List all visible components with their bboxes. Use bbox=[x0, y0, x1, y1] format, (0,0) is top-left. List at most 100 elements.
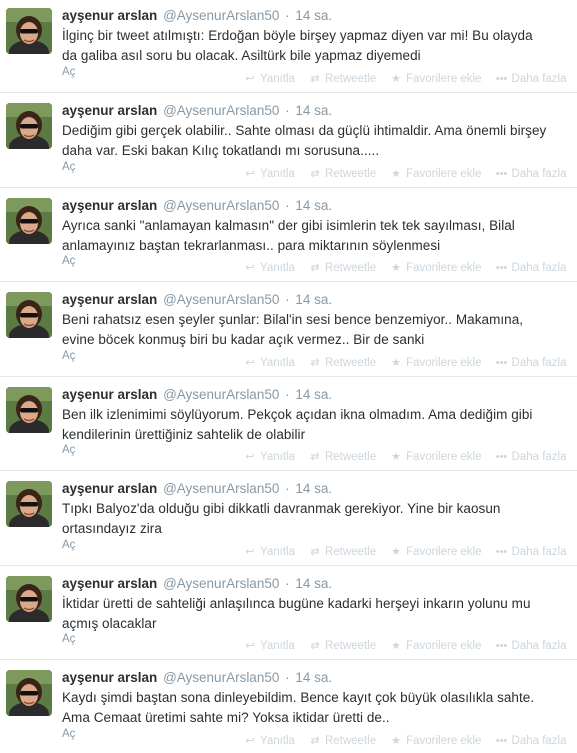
tweet-username[interactable]: @AysenurArslan50 bbox=[163, 292, 279, 307]
reply-button[interactable]: ↩ Yanıtla bbox=[244, 544, 295, 560]
favorite-label: Favorilere ekle bbox=[406, 73, 482, 85]
tweet-fullname[interactable]: ayşenur arslan bbox=[62, 576, 157, 591]
more-label: Daha fazla bbox=[511, 262, 567, 274]
star-icon: ★ bbox=[391, 356, 402, 369]
retweet-label: Retweetle bbox=[324, 356, 377, 369]
expand-link[interactable]: Aç bbox=[62, 726, 75, 742]
tweet[interactable]: ayşenur arslan @AysenurArslan50 · 14 sa.… bbox=[0, 282, 577, 377]
tweet-text: Kaydı şimdi baştan sona dinleyebildim. B… bbox=[62, 690, 535, 725]
avatar[interactable] bbox=[6, 670, 52, 716]
tweet-fullname[interactable]: ayşenur arslan bbox=[62, 8, 157, 23]
tweet-timeline: ayşenur arslan @AysenurArslan50 · 14 sa.… bbox=[0, 0, 577, 753]
tweet-username[interactable]: @AysenurArslan50 bbox=[163, 670, 279, 685]
tweet-username[interactable]: @AysenurArslan50 bbox=[163, 198, 279, 213]
more-button[interactable]: ••• Daha fazla bbox=[496, 733, 567, 749]
tweet-fullname[interactable]: ayşenur arslan bbox=[62, 198, 157, 213]
retweet-label: Retweetle bbox=[324, 262, 377, 274]
reply-button[interactable]: ↩ Yanıtla bbox=[244, 260, 295, 276]
favorite-button[interactable]: ★ Favorilere ekle bbox=[390, 449, 481, 465]
reply-button[interactable]: ↩ Yanıtla bbox=[244, 355, 295, 371]
favorite-button[interactable]: ★ Favorilere ekle bbox=[390, 355, 481, 371]
more-button[interactable]: ••• Daha fazla bbox=[496, 449, 567, 465]
tweet[interactable]: ayşenur arslan @AysenurArslan50 · 14 sa.… bbox=[0, 660, 577, 753]
avatar[interactable] bbox=[6, 8, 52, 54]
favorite-button[interactable]: ★ Favorilere ekle bbox=[390, 166, 481, 182]
expand-link[interactable]: Aç bbox=[62, 253, 75, 269]
tweet-username[interactable]: @AysenurArslan50 bbox=[163, 387, 279, 402]
tweet-username[interactable]: @AysenurArslan50 bbox=[163, 103, 279, 118]
retweet-button[interactable]: ⇄ Retweetle bbox=[309, 544, 376, 560]
retweet-button[interactable]: ⇄ Retweetle bbox=[309, 166, 376, 182]
avatar[interactable] bbox=[6, 575, 52, 622]
tweet-fullname[interactable]: ayşenur arslan bbox=[62, 481, 157, 496]
dots-icon: ••• bbox=[495, 451, 508, 463]
more-label: Daha fazla bbox=[511, 167, 567, 180]
expand-link[interactable]: Aç bbox=[62, 348, 75, 364]
tweet-username[interactable]: @AysenurArslan50 bbox=[163, 8, 279, 23]
dots-icon: ••• bbox=[495, 262, 508, 274]
retweet-button[interactable]: ⇄ Retweetle bbox=[309, 638, 376, 654]
more-button[interactable]: ••• Daha fazla bbox=[496, 260, 567, 276]
reply-button[interactable]: ↩ Yanıtla bbox=[244, 638, 295, 654]
reply-button[interactable]: ↩ Yanıtla bbox=[244, 449, 295, 465]
favorite-button[interactable]: ★ Favorilere ekle bbox=[390, 71, 481, 87]
more-label: Daha fazla bbox=[511, 451, 567, 463]
tweet[interactable]: ayşenur arslan @AysenurArslan50 · 14 sa.… bbox=[0, 471, 577, 566]
favorite-label: Favorilere ekle bbox=[406, 451, 482, 463]
tweet-timestamp[interactable]: 14 sa. bbox=[295, 103, 332, 118]
tweet-timestamp[interactable]: 14 sa. bbox=[295, 481, 332, 496]
separator-dot: · bbox=[285, 197, 290, 213]
tweet-actions: ↩ Yanıtla ⇄ Retweetle ★ Favorilere ekle … bbox=[244, 733, 567, 749]
tweet-fullname[interactable]: ayşenur arslan bbox=[62, 103, 157, 118]
tweet[interactable]: ayşenur arslan @AysenurArslan50 · 14 sa.… bbox=[0, 93, 577, 188]
more-button[interactable]: ••• Daha fazla bbox=[496, 355, 567, 371]
retweet-button[interactable]: ⇄ Retweetle bbox=[309, 71, 376, 87]
tweet-timestamp[interactable]: 14 sa. bbox=[295, 576, 332, 591]
retweet-button[interactable]: ⇄ Retweetle bbox=[309, 733, 376, 749]
tweet[interactable]: ayşenur arslan @AysenurArslan50 · 14 sa.… bbox=[0, 566, 577, 660]
tweet-username[interactable]: @AysenurArslan50 bbox=[163, 576, 279, 591]
tweet-timestamp[interactable]: 14 sa. bbox=[295, 387, 332, 402]
retweet-button[interactable]: ⇄ Retweetle bbox=[309, 355, 376, 371]
expand-link[interactable]: Aç bbox=[62, 64, 75, 80]
reply-button[interactable]: ↩ Yanıtla bbox=[244, 733, 295, 749]
avatar[interactable] bbox=[6, 292, 52, 338]
expand-link[interactable]: Aç bbox=[62, 631, 75, 647]
tweet-timestamp[interactable]: 14 sa. bbox=[295, 292, 332, 307]
reply-arrow-icon: ↩ bbox=[245, 640, 255, 652]
more-button[interactable]: ••• Daha fazla bbox=[496, 544, 567, 560]
tweet[interactable]: ayşenur arslan @AysenurArslan50 · 14 sa.… bbox=[0, 188, 577, 282]
reply-button[interactable]: ↩ Yanıtla bbox=[244, 166, 295, 182]
tweet-timestamp[interactable]: 14 sa. bbox=[295, 8, 332, 23]
retweet-button[interactable]: ⇄ Retweetle bbox=[309, 449, 376, 465]
reply-button[interactable]: ↩ Yanıtla bbox=[244, 71, 295, 87]
tweet[interactable]: ayşenur arslan @AysenurArslan50 · 14 sa.… bbox=[0, 0, 577, 93]
tweet-fullname[interactable]: ayşenur arslan bbox=[62, 292, 157, 307]
dots-icon: ••• bbox=[495, 167, 508, 180]
tweet[interactable]: ayşenur arslan @AysenurArslan50 · 14 sa.… bbox=[0, 377, 577, 471]
more-button[interactable]: ••• Daha fazla bbox=[496, 71, 567, 87]
expand-link[interactable]: Aç bbox=[62, 442, 75, 458]
retweet-button[interactable]: ⇄ Retweetle bbox=[309, 260, 376, 276]
avatar[interactable] bbox=[6, 386, 52, 433]
favorite-button[interactable]: ★ Favorilere ekle bbox=[390, 260, 481, 276]
retweet-arrows-icon: ⇄ bbox=[310, 545, 320, 558]
more-button[interactable]: ••• Daha fazla bbox=[496, 166, 567, 182]
tweet-username[interactable]: @AysenurArslan50 bbox=[163, 481, 279, 496]
favorite-button[interactable]: ★ Favorilere ekle bbox=[390, 544, 481, 560]
reply-label: Yanıtla bbox=[260, 73, 295, 85]
favorite-button[interactable]: ★ Favorilere ekle bbox=[390, 638, 481, 654]
tweet-fullname[interactable]: ayşenur arslan bbox=[62, 387, 157, 402]
expand-link[interactable]: Aç bbox=[62, 537, 75, 553]
avatar[interactable] bbox=[6, 103, 52, 149]
more-button[interactable]: ••• Daha fazla bbox=[496, 638, 567, 654]
tweet-fullname[interactable]: ayşenur arslan bbox=[62, 670, 157, 685]
expand-link[interactable]: Aç bbox=[62, 159, 75, 175]
avatar[interactable] bbox=[6, 481, 52, 527]
tweet-timestamp[interactable]: 14 sa. bbox=[295, 670, 332, 685]
retweet-arrows-icon: ⇄ bbox=[310, 167, 320, 180]
separator-dot: · bbox=[285, 575, 290, 591]
tweet-timestamp[interactable]: 14 sa. bbox=[295, 198, 332, 213]
favorite-button[interactable]: ★ Favorilere ekle bbox=[390, 733, 481, 749]
avatar[interactable] bbox=[6, 197, 52, 244]
